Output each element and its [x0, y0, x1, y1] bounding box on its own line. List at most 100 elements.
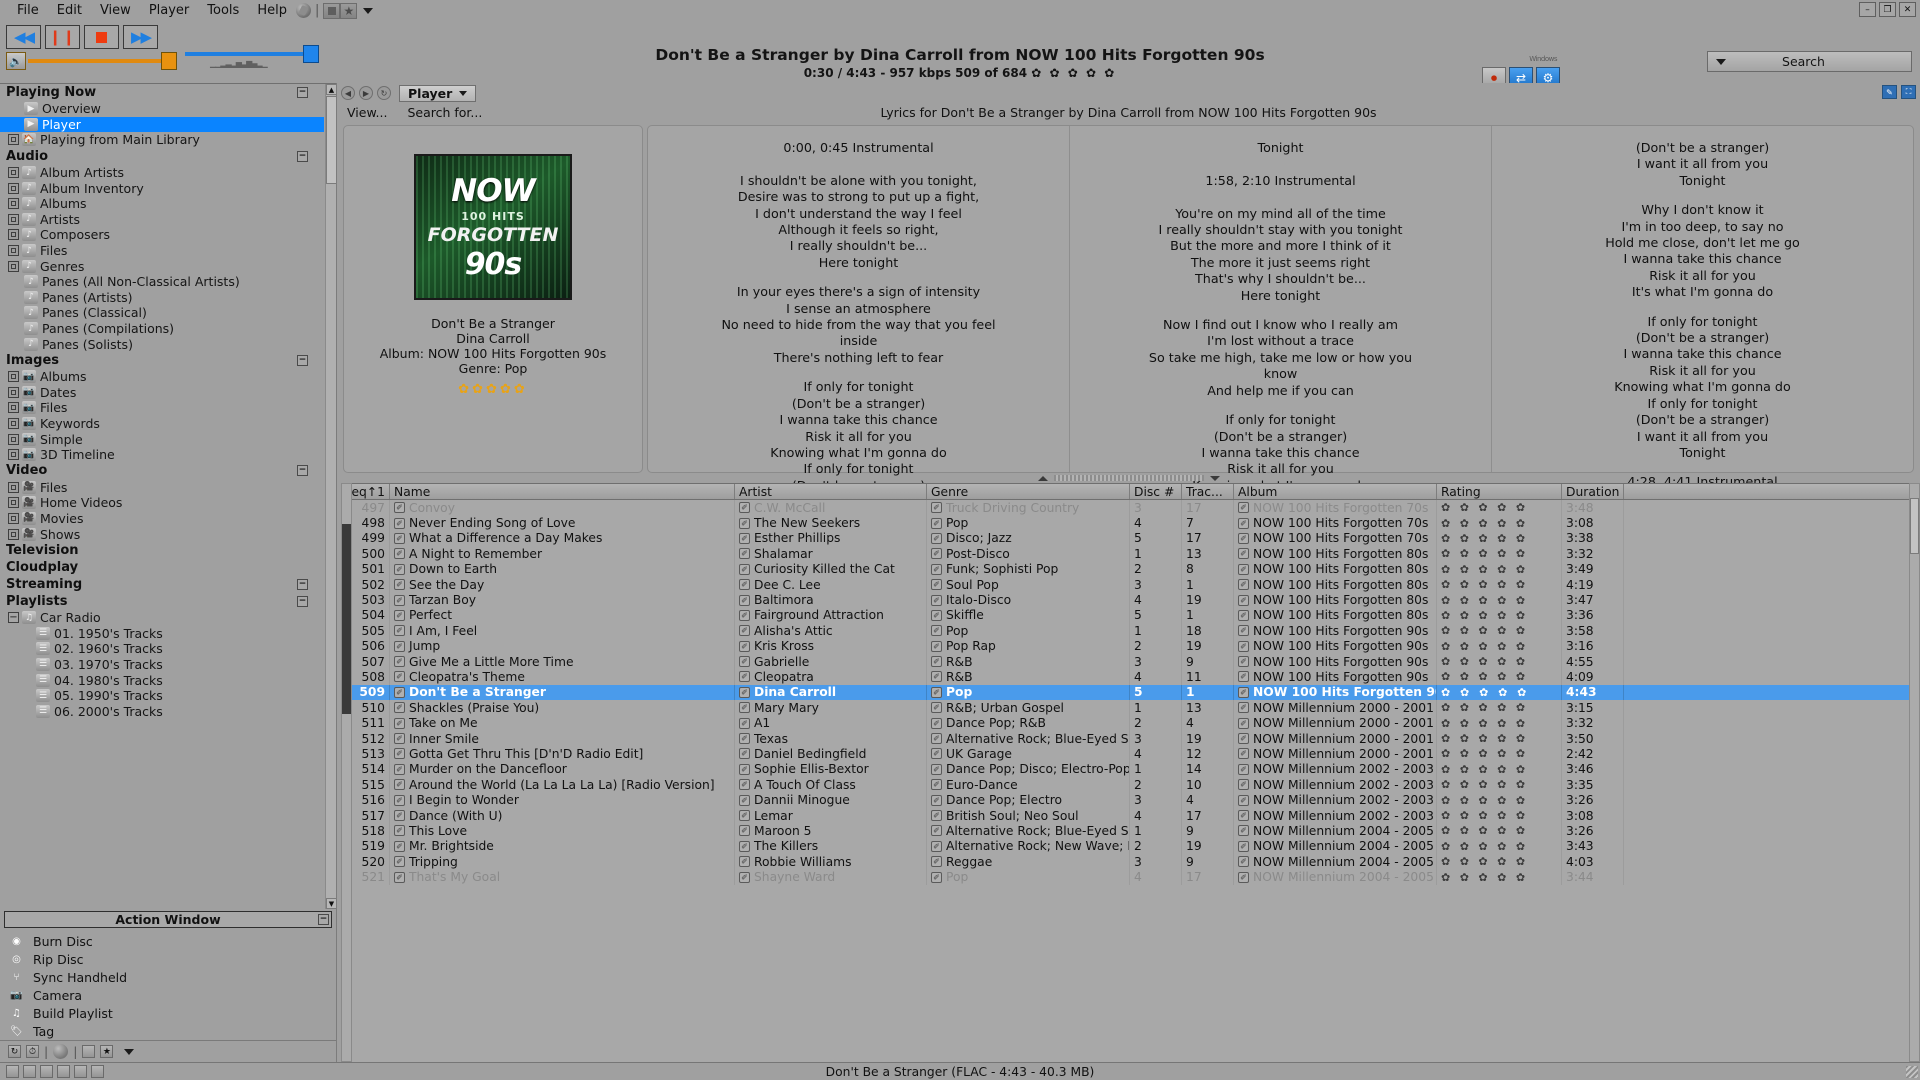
- fullscreen-icon[interactable]: ⛶: [1901, 85, 1916, 99]
- edit-pencil-icon[interactable]: ✐: [931, 640, 942, 652]
- table-row[interactable]: 501 ✐ Down to Earth ✐ Curiosity Killed the C…: [352, 561, 1909, 577]
- playlist-scroll-thumb[interactable]: [342, 524, 351, 714]
- edit-pencil-icon[interactable]: ✐: [1238, 671, 1249, 683]
- edit-pencil-icon[interactable]: ✐: [394, 656, 405, 668]
- sidebar-item-05-1990-s-tracks[interactable]: ☰ 05. 1990's Tracks: [0, 688, 324, 704]
- expand-box-icon[interactable]: [8, 528, 19, 540]
- sidebar-section-playlists[interactable]: Playlists −: [0, 593, 324, 610]
- minimize-button[interactable]: –: [1859, 2, 1876, 17]
- volume-control[interactable]: 🔊: [6, 52, 177, 70]
- edit-pencil-icon[interactable]: ✐: [739, 794, 750, 806]
- expand-box-icon[interactable]: [8, 386, 19, 398]
- edit-pencil-icon[interactable]: ✐: [739, 779, 750, 791]
- stop-square-icon[interactable]: [82, 1045, 96, 1058]
- table-row[interactable]: 510 ✐ Shackles (Praise You) ✐ Mary Mary ✐ R&B;…: [352, 700, 1909, 716]
- edit-pencil-icon[interactable]: ✐: [394, 733, 405, 745]
- splitter-down-arrow[interactable]: [1209, 475, 1220, 481]
- table-row[interactable]: 508 ✐ Cleopatra's Theme ✐ Cleopatra ✐ R&B 4 11 ✐ N…: [352, 669, 1909, 685]
- edit-pencil-icon[interactable]: ✐: [739, 532, 750, 544]
- table-row[interactable]: 503 ✐ Tarzan Boy ✐ Baltimora ✐ Italo-Disco 4 19 ✐…: [352, 592, 1909, 608]
- column-header-seq[interactable]: Seq↑1: [352, 484, 390, 499]
- resize-grip[interactable]: [1906, 1066, 1918, 1078]
- edit-pencil-icon[interactable]: ✐: [394, 794, 405, 806]
- edit-pencil-icon[interactable]: ✐: [1238, 794, 1249, 806]
- action-window-header[interactable]: Action Window −: [4, 911, 332, 928]
- expand-box-icon[interactable]: [8, 402, 19, 414]
- menu-file[interactable]: File: [8, 1, 48, 20]
- edit-pencil-icon[interactable]: ✐: [931, 763, 942, 775]
- edit-pencil-icon[interactable]: ✐: [739, 579, 750, 591]
- sidebar-scrollbar[interactable]: ▲ ▼: [325, 84, 336, 909]
- action-item-camera[interactable]: 📷 Camera: [0, 986, 336, 1004]
- edit-pencil-icon[interactable]: ✐: [739, 871, 750, 883]
- table-row[interactable]: 511 ✐ Take on Me ✐ A1 ✐ Dance Pop; R&B 2 4 ✐ NOW M…: [352, 715, 1909, 731]
- edit-pencil-icon[interactable]: ✐: [931, 579, 942, 591]
- table-row[interactable]: 507 ✐ Give Me a Little More Time ✐ Gabrielle…: [352, 653, 1909, 670]
- pane-splitter[interactable]: [337, 473, 1920, 483]
- edit-pencil-icon[interactable]: ✐: [931, 779, 942, 791]
- edit-pencil-icon[interactable]: ✐: [1238, 502, 1249, 514]
- edit-pencil-icon[interactable]: ✐: [739, 702, 750, 714]
- expand-box-icon[interactable]: [8, 167, 19, 179]
- edit-pencil-icon[interactable]: ✐: [739, 640, 750, 652]
- sidebar-section-streaming[interactable]: Streaming −: [0, 576, 324, 593]
- edit-pencil-icon[interactable]: ✐: [931, 609, 942, 621]
- edit-pencil-icon[interactable]: ✐: [739, 656, 750, 668]
- sidebar-item-album-artists[interactable]: ♪ Album Artists: [0, 165, 324, 181]
- expand-box-icon[interactable]: [8, 449, 19, 461]
- edit-pencil-icon[interactable]: ✐: [931, 840, 942, 852]
- table-row[interactable]: 504 ✐ Perfect ✐ Fairground Attraction ✐ Skiffl…: [352, 607, 1909, 624]
- edit-pencil-icon[interactable]: ✐: [931, 625, 942, 637]
- collapse-box-icon[interactable]: −: [8, 612, 19, 624]
- edit-pencil-icon[interactable]: ✐: [1238, 871, 1249, 883]
- edit-pencil-icon[interactable]: ✐: [1238, 640, 1249, 652]
- column-header-track[interactable]: Trac...: [1182, 484, 1234, 499]
- edit-pencil-icon[interactable]: ✐: [394, 609, 405, 621]
- seek-knob[interactable]: [303, 45, 319, 63]
- edit-icon[interactable]: ✎: [1882, 85, 1897, 99]
- tab-player[interactable]: Player: [399, 84, 477, 102]
- edit-pencil-icon[interactable]: ✐: [739, 563, 750, 575]
- edit-pencil-icon[interactable]: ✐: [739, 810, 750, 821]
- edit-pencil-icon[interactable]: ✐: [394, 825, 405, 837]
- edit-pencil-icon[interactable]: ✐: [931, 548, 942, 560]
- edit-pencil-icon[interactable]: ✐: [739, 502, 750, 514]
- expand-box-icon[interactable]: [8, 229, 19, 241]
- edit-pencil-icon[interactable]: ✐: [739, 594, 750, 606]
- expand-box-icon[interactable]: [8, 134, 19, 146]
- table-row[interactable]: 515 ✐ Around the World (La La La La La) [R…: [352, 777, 1909, 793]
- edit-pencil-icon[interactable]: ✐: [739, 717, 750, 729]
- sidebar-item-genres[interactable]: ♪ Genres: [0, 258, 324, 274]
- clock-icon[interactable]: ⏱: [26, 1045, 39, 1058]
- expand-box-icon[interactable]: [8, 433, 19, 445]
- refresh-icon[interactable]: ↻: [8, 1045, 21, 1058]
- sidebar-item-panes-classical[interactable]: ♪ Panes (Classical): [0, 305, 324, 321]
- edit-pencil-icon[interactable]: ✐: [1238, 563, 1249, 575]
- sidebar-section-images[interactable]: Images −: [0, 352, 324, 369]
- sidebar-item-panes-artists[interactable]: ♪ Panes (Artists): [0, 290, 324, 306]
- expand-box-icon[interactable]: [8, 371, 19, 383]
- table-row[interactable]: 519 ✐ Mr. Brightside ✐ The Killers ✐ Alternati…: [352, 838, 1909, 854]
- sidebar-item-03-1970-s-tracks[interactable]: ☰ 03. 1970's Tracks: [0, 657, 324, 673]
- table-row[interactable]: 497 ✐ Convoy ✐ C.W. McCall ✐ Truck Driving Cou…: [352, 500, 1909, 516]
- edit-pencil-icon[interactable]: ✐: [394, 686, 405, 698]
- sidebar-item-car-radio[interactable]: − ♫ Car Radio: [0, 610, 324, 626]
- edit-pencil-icon[interactable]: ✐: [739, 825, 750, 837]
- edit-pencil-icon[interactable]: ✐: [394, 779, 405, 791]
- edit-pencil-icon[interactable]: ✐: [394, 856, 405, 868]
- edit-pencil-icon[interactable]: ✐: [1238, 609, 1249, 621]
- expand-box-icon[interactable]: [8, 260, 19, 272]
- next-button[interactable]: ▶▶: [123, 25, 158, 49]
- track-table-scroll-thumb[interactable]: [1910, 498, 1919, 554]
- sidebar-item-02-1960-s-tracks[interactable]: ☰ 02. 1960's Tracks: [0, 641, 324, 657]
- table-row[interactable]: 521 ✐ That's My Goal ✐ Shayne Ward ✐ Pop 4 17 ✐ NO…: [352, 869, 1909, 885]
- album-cover-art[interactable]: NOW 100 HITS FORGOTTEN 90s: [414, 154, 572, 300]
- edit-pencil-icon[interactable]: ✐: [394, 671, 405, 683]
- action-item-build-playlist[interactable]: ♫ Build Playlist: [0, 1004, 336, 1022]
- sidebar-item-album-inventory[interactable]: ♪ Album Inventory: [0, 180, 324, 196]
- disc-icon[interactable]: [295, 3, 311, 18]
- edit-pencil-icon[interactable]: ✐: [931, 563, 942, 575]
- edit-pencil-icon[interactable]: ✐: [931, 871, 942, 883]
- table-row[interactable]: 500 ✐ A Night to Remember ✐ Shalamar ✐ Post-Di…: [352, 546, 1909, 562]
- expand-box-icon[interactable]: [8, 481, 19, 493]
